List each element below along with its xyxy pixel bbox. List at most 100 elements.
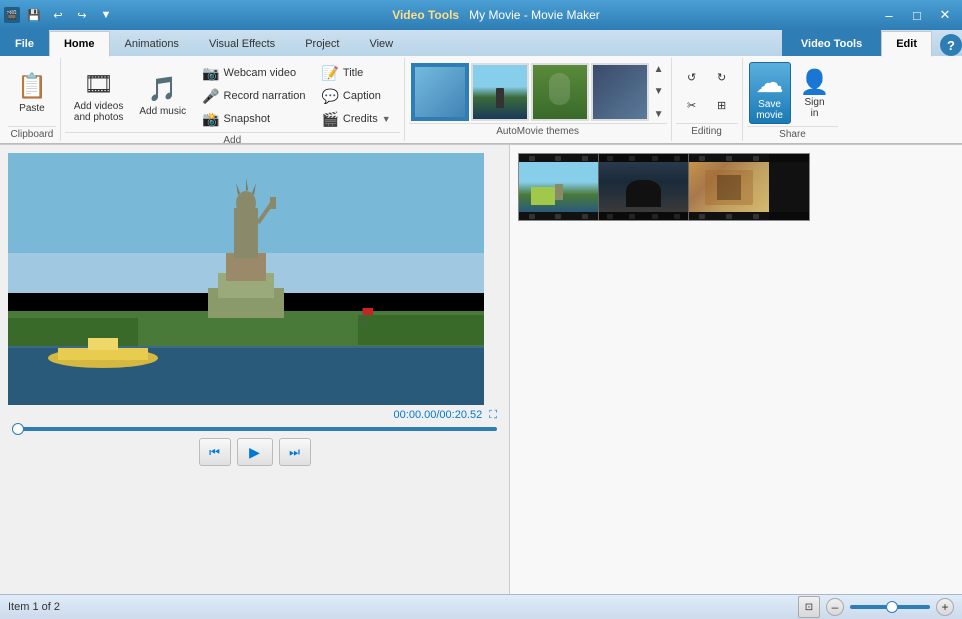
zoom-slider[interactable] <box>850 605 930 609</box>
window-title: Video Tools My Movie - Movie Maker <box>392 8 600 22</box>
minimize-btn[interactable]: – <box>876 5 902 25</box>
add-group: 🎞 Add videos and photos 🎵 Add music 📷 We… <box>61 58 405 141</box>
title-bar-left: 🎬 💾 ↩ ↪ ▼ <box>4 5 116 25</box>
next-frame-btn[interactable]: ⏭ <box>279 438 311 466</box>
title-bar: 🎬 💾 ↩ ↪ ▼ Video Tools My Movie - Movie M… <box>0 0 962 30</box>
fit-btn[interactable]: ⊡ <box>798 596 820 618</box>
preview-panel: 00:00.00/00:20.52 ⛶ ⏮ ▶ ⏭ <box>0 145 510 594</box>
rotate-right-icon: ↻ <box>717 71 726 84</box>
prev-frame-btn[interactable]: ⏮ <box>199 438 231 466</box>
themes-group: ▲ ▼ ▼ AutoMovie themes <box>405 58 672 141</box>
editing-items: ↺ ↻ ✂ ⊞ <box>676 60 738 123</box>
qat-more-btn[interactable]: ▼ <box>96 5 116 25</box>
tab-view[interactable]: View <box>354 30 408 56</box>
sign-in-icon: 👤 <box>800 68 830 97</box>
trim-icon: ✂ <box>687 99 696 112</box>
theme-scroll-down[interactable]: ▼ <box>653 108 665 121</box>
zoom-thumb[interactable] <box>886 601 898 613</box>
add-small-right: 📝 Title 💬 Caption 🎬 Credits ▼ <box>314 62 397 130</box>
sign-in-btn[interactable]: 👤 Sign in <box>793 62 837 124</box>
undo-btn[interactable]: ↩ <box>48 5 68 25</box>
preview-video <box>8 153 484 405</box>
save-movie-btn[interactable]: ☁ Save movie <box>749 62 791 124</box>
editing-row1: ↺ ↻ <box>678 65 736 91</box>
help-btn[interactable]: ? <box>940 34 962 56</box>
record-icon: 🎤 <box>202 88 219 105</box>
preview-controls: ⏮ ▶ ⏭ <box>8 438 501 466</box>
close-btn[interactable]: ✕ <box>932 5 958 25</box>
rotate-left-icon: ↺ <box>687 71 696 84</box>
editing-btns: ↺ ↻ ✂ ⊞ <box>678 65 736 119</box>
redo-btn[interactable]: ↪ <box>72 5 92 25</box>
themes-items: ▲ ▼ ▼ <box>409 60 667 123</box>
film-frame-1[interactable] <box>519 154 599 220</box>
theme-pan-zoom[interactable] <box>591 63 649 121</box>
rotate-left-btn[interactable]: ↺ <box>678 65 706 91</box>
theme-scroll-up[interactable]: ▲ <box>653 63 665 76</box>
editing-row2: ✂ ⊞ <box>678 93 736 119</box>
stabilize-icon: ⊞ <box>717 99 726 112</box>
zoom-in-btn[interactable]: + <box>936 598 954 616</box>
add-videos-icon: 🎞 <box>83 70 113 99</box>
snapshot-icon: 📸 <box>202 111 219 128</box>
tab-video-tools[interactable]: Video Tools <box>782 30 881 56</box>
tab-visual-effects[interactable]: Visual Effects <box>194 30 290 56</box>
add-small-left: 📷 Webcam video 🎤 Record narration 📸 Snap… <box>195 62 312 130</box>
tab-project[interactable]: Project <box>290 30 354 56</box>
play-icon: ▶ <box>249 444 260 461</box>
play-btn[interactable]: ▶ <box>237 438 273 466</box>
film-frame-3[interactable] <box>689 154 769 220</box>
trim-btn[interactable]: ✂ <box>678 93 706 119</box>
add-videos-btn[interactable]: 🎞 Add videos and photos <box>67 65 131 127</box>
tab-file[interactable]: File <box>0 30 49 56</box>
stabilize-btn[interactable]: ⊞ <box>708 93 736 119</box>
theme-scroll-nav[interactable]: ▼ <box>653 85 665 98</box>
theme-cinematic[interactable] <box>471 63 529 121</box>
film-frame-end[interactable] <box>769 154 809 220</box>
clipboard-items: 📋 Paste <box>8 60 56 126</box>
seek-bar[interactable] <box>12 427 497 431</box>
credits-icon: 🎬 <box>321 111 338 128</box>
editing-group: ↺ ↻ ✂ ⊞ Edit <box>672 58 743 141</box>
title-btn[interactable]: 📝 Title <box>314 62 397 84</box>
zoom-out-btn[interactable]: – <box>826 598 844 616</box>
status-item-info: Item 1 of 2 <box>8 601 60 613</box>
add-items: 🎞 Add videos and photos 🎵 Add music 📷 We… <box>65 60 400 132</box>
app-icon: 🎬 <box>4 7 20 23</box>
ribbon-content: 📋 Paste Clipboard 🎞 Add videos and photo… <box>0 56 962 144</box>
film-frame-2[interactable] <box>599 154 689 220</box>
tab-animations[interactable]: Animations <box>110 30 194 56</box>
film-strip[interactable] <box>518 153 810 221</box>
prev-icon: ⏮ <box>209 445 220 460</box>
paste-icon: 📋 <box>17 72 47 101</box>
theme-no-effect[interactable] <box>411 63 469 121</box>
theme-fade[interactable] <box>531 63 589 121</box>
fullscreen-btn[interactable]: ⛶ <box>489 409 497 421</box>
cloud-upload-icon: ☁ <box>756 66 784 99</box>
seek-bar-container <box>8 422 501 434</box>
record-narration-btn[interactable]: 🎤 Record narration <box>195 85 312 107</box>
preview-frame <box>8 153 484 405</box>
credits-btn[interactable]: 🎬 Credits ▼ <box>314 108 397 130</box>
quick-save-btn[interactable]: 💾 <box>24 5 44 25</box>
snapshot-btn[interactable]: 📸 Snapshot <box>195 108 312 130</box>
webcam-btn[interactable]: 📷 Webcam video <box>195 62 312 84</box>
next-icon: ⏭ <box>289 445 300 460</box>
caption-btn[interactable]: 💬 Caption <box>314 85 397 107</box>
webcam-icon: 📷 <box>202 65 219 82</box>
tab-home[interactable]: Home <box>49 31 110 57</box>
add-music-btn[interactable]: 🎵 Add music <box>132 65 193 127</box>
rotate-right-btn[interactable]: ↻ <box>708 65 736 91</box>
maximize-btn[interactable]: □ <box>904 5 930 25</box>
tab-bar: File Home Animations Visual Effects Proj… <box>0 30 962 56</box>
paste-btn[interactable]: 📋 Paste <box>10 62 54 124</box>
editing-label: Editing <box>676 123 738 139</box>
clipboard-group: 📋 Paste Clipboard <box>4 58 61 141</box>
tab-edit[interactable]: Edit <box>881 31 932 57</box>
status-bar: Item 1 of 2 ⊡ – + <box>0 594 962 619</box>
storyboard-area <box>518 153 954 221</box>
preview-time: 00:00.00/00:20.52 ⛶ <box>8 409 501 422</box>
window-controls: – □ ✕ <box>876 5 958 25</box>
theme-scroll: ▲ ▼ ▼ <box>653 63 665 121</box>
share-group: ☁ Save movie 👤 Sign in Share <box>743 58 843 141</box>
